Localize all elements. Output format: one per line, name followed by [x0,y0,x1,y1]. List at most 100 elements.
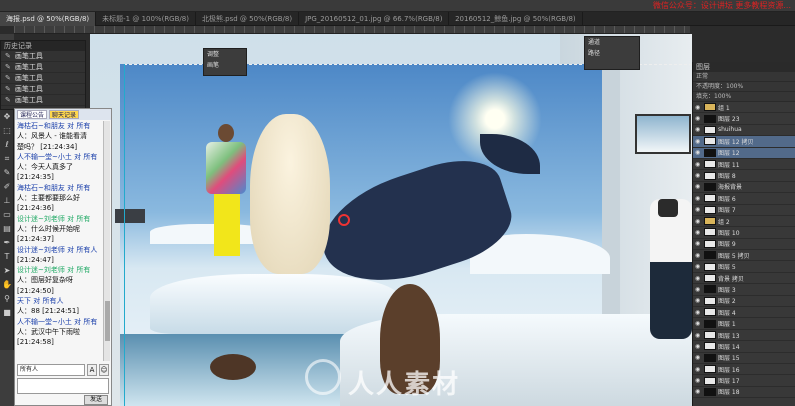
lasso-tool-icon[interactable]: ℓ [0,138,14,152]
chat-input[interactable] [17,378,109,394]
layer-row[interactable]: ◉ 图层 23 [693,113,795,125]
layer-row[interactable]: ◉ 图层 3 [693,284,795,296]
document-canvas[interactable]: 人人素材 [90,34,692,406]
text-tool-icon[interactable]: T [0,250,14,264]
zoom-tool-icon[interactable]: ⚲ [0,292,14,306]
hand-tool-icon[interactable]: ✋ [0,278,14,292]
layer-row[interactable]: ◉ 图层 2 [693,296,795,308]
visibility-eye-icon[interactable]: ◉ [695,377,702,384]
history-item[interactable]: ✎ 画笔工具 [1,84,85,95]
layer-row[interactable]: ◉ 图层 18 [693,387,795,399]
channels-mini-panel[interactable]: 通道 路径 [584,36,640,70]
eraser-tool-icon[interactable]: ▭ [0,208,14,222]
layer-row[interactable]: ◉ 组 1 [693,102,795,114]
visibility-eye-icon[interactable]: ◉ [695,104,702,111]
font-icon[interactable]: A [87,364,97,376]
visibility-eye-icon[interactable]: ◉ [695,149,702,156]
layer-row[interactable]: ◉ 图层 5 拷贝 [693,250,795,262]
layer-row[interactable]: ◉ 图层 13 [693,330,795,342]
layer-row[interactable]: ◉ 图层 12 拷贝 [693,136,795,148]
gradient-tool-icon[interactable]: ▤ [0,222,14,236]
visibility-eye-icon[interactable]: ◉ [695,388,702,395]
brush-tool-icon[interactable]: ✐ [0,180,14,194]
layer-row[interactable]: ◉ shuihua [693,125,795,137]
visibility-eye-icon[interactable]: ◉ [695,309,702,316]
history-item[interactable]: ✎ 画笔工具 [1,62,85,73]
layer-row[interactable]: ◉ 图层 16 [693,364,795,376]
visibility-eye-icon[interactable]: ◉ [695,161,702,168]
document-tab[interactable]: 20160512_鲸鱼.jpg @ 50%(RGB/8) [449,12,583,26]
visibility-eye-icon[interactable]: ◉ [695,263,702,270]
mini-panel-item[interactable]: 调整 [204,49,246,60]
chat-scrollbar[interactable] [103,121,110,361]
visibility-eye-icon[interactable]: ◉ [695,320,702,327]
layer-row[interactable]: ◉ 图层 6 [693,193,795,205]
visibility-eye-icon[interactable]: ◉ [695,366,702,373]
layer-row[interactable]: ◉ 背景 拷贝 [693,273,795,285]
visibility-eye-icon[interactable]: ◉ [695,172,702,179]
chat-tab-history[interactable]: 聊天记录 [49,110,80,119]
visibility-eye-icon[interactable]: ◉ [695,297,702,304]
visibility-eye-icon[interactable]: ◉ [695,183,702,190]
opacity-field[interactable]: 不透明度：100% [693,82,795,92]
emoji-icon[interactable]: ☺ [99,364,109,376]
layer-row[interactable]: ◉ 图层 8 [693,170,795,182]
guide-line[interactable] [124,64,125,406]
visibility-eye-icon[interactable]: ◉ [695,206,702,213]
visibility-eye-icon[interactable]: ◉ [695,240,702,247]
horizontal-ruler[interactable] [14,26,690,34]
document-tab[interactable]: 北极熊.psd @ 50%(RGB/8) [196,12,300,26]
chat-tab-announcement[interactable]: 课程公告 [17,110,48,119]
layer-row[interactable]: ◉ 图层 5 [693,261,795,273]
visibility-eye-icon[interactable]: ◉ [695,229,702,236]
layer-row[interactable]: ◉ 图层 1 [693,318,795,330]
visibility-eye-icon[interactable]: ◉ [695,138,702,145]
layer-row[interactable]: ◉ 图层 9 [693,239,795,251]
pen-tool-icon[interactable]: ✒ [0,236,14,250]
history-item[interactable]: ✎ 画笔工具 [1,51,85,62]
eyedropper-tool-icon[interactable]: ✎ [0,166,14,180]
visibility-eye-icon[interactable]: ◉ [695,343,702,350]
layer-row[interactable]: ◉ 海报背景 [693,182,795,194]
move-tool-icon[interactable]: ✥ [0,110,14,124]
crop-tool-icon[interactable]: ⌗ [0,152,14,166]
layer-name: 图层 15 [718,355,740,363]
visibility-eye-icon[interactable]: ◉ [695,195,702,202]
layer-row[interactable]: ◉ 图层 12 [693,147,795,159]
color-swatch-icon[interactable]: ■ [0,306,14,320]
document-tab[interactable]: JPG_20160512_01.jpg @ 66.7%(RGB/8) [299,12,450,26]
brush-icon: ✎ [5,96,11,104]
brush-cursor [338,214,350,226]
visibility-eye-icon[interactable]: ◉ [695,115,702,122]
visibility-eye-icon[interactable]: ◉ [695,332,702,339]
mini-panel-item[interactable]: 路径 [585,48,639,59]
visibility-eye-icon[interactable]: ◉ [695,286,702,293]
mini-panel-item[interactable]: 通道 [585,37,639,48]
layer-row[interactable]: ◉ 组 2 [693,216,795,228]
history-item[interactable]: ✎ 画笔工具 [1,95,85,106]
send-button[interactable]: 发送 [84,395,108,405]
mini-panel-item[interactable]: 画笔 [204,60,246,71]
recipient-select[interactable]: 所有人 [17,364,85,376]
document-tab[interactable]: 未标题-1 @ 100%(RGB/8) [96,12,196,26]
visibility-eye-icon[interactable]: ◉ [695,354,702,361]
fill-field[interactable]: 填充：100% [693,92,795,102]
visibility-eye-icon[interactable]: ◉ [695,218,702,225]
adjustments-mini-panel[interactable]: 调整 画笔 [203,48,247,76]
visibility-eye-icon[interactable]: ◉ [695,126,702,133]
layer-row[interactable]: ◉ 图层 10 [693,227,795,239]
path-select-tool-icon[interactable]: ➤ [0,264,14,278]
document-tab[interactable]: 海报.psd @ 50%(RGB/8) [0,12,97,26]
visibility-eye-icon[interactable]: ◉ [695,252,702,259]
marquee-tool-icon[interactable]: ⬚ [0,124,14,138]
stamp-tool-icon[interactable]: ⊥ [0,194,14,208]
layer-row[interactable]: ◉ 图层 11 [693,159,795,171]
layer-row[interactable]: ◉ 图层 17 [693,375,795,387]
layer-row[interactable]: ◉ 图层 7 [693,205,795,216]
history-item[interactable]: ✎ 画笔工具 [1,73,85,84]
layer-row[interactable]: ◉ 图层 4 [693,307,795,319]
layer-row[interactable]: ◉ 图层 14 [693,341,795,353]
visibility-eye-icon[interactable]: ◉ [695,275,702,282]
blend-mode-select[interactable]: 正常 [693,72,795,82]
layer-row[interactable]: ◉ 图层 15 [693,353,795,364]
